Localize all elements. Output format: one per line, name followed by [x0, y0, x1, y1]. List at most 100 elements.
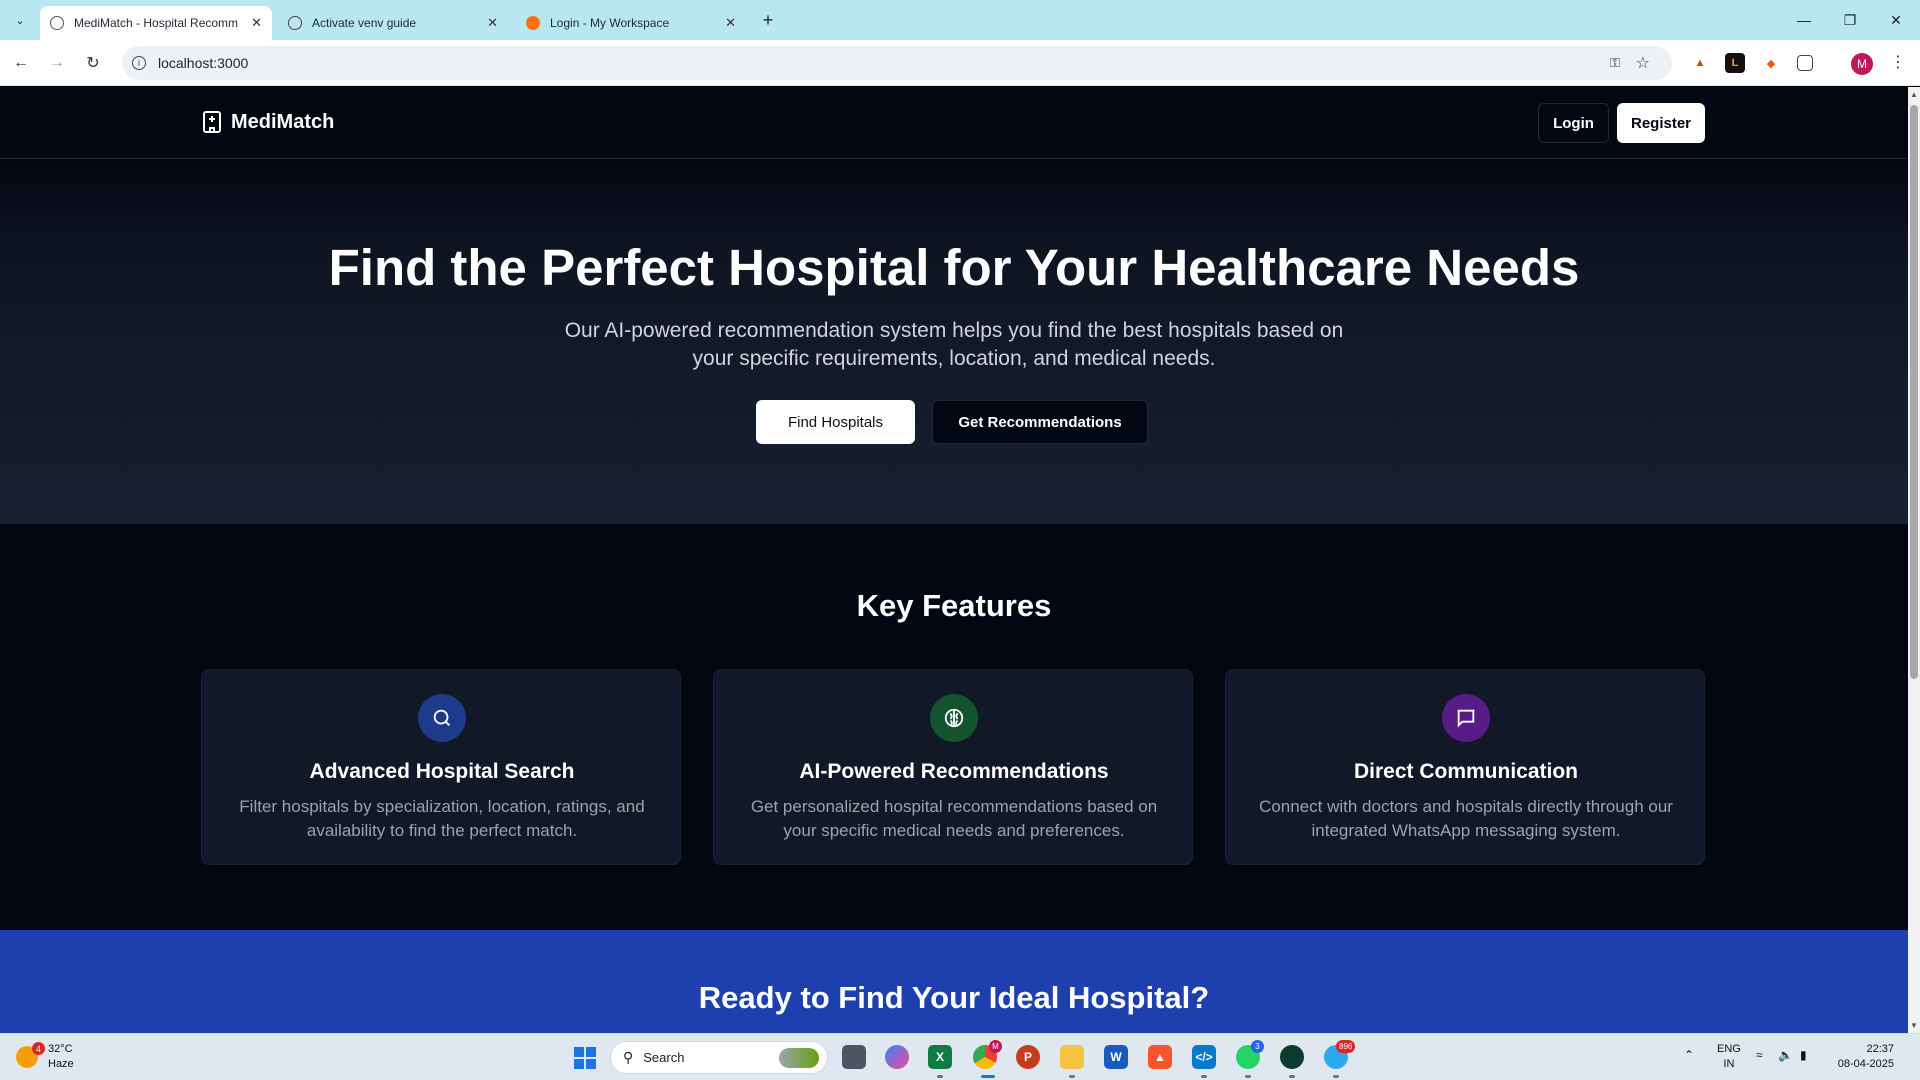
feature-text: Connect with doctors and hospitals direc…: [1259, 797, 1673, 840]
tab-medimatch[interactable]: MediMatch - Hospital Recomm ✕: [40, 6, 272, 40]
extension-icon[interactable]: L: [1725, 53, 1745, 73]
brand-name: MediMatch: [231, 110, 335, 133]
windows-start-icon[interactable]: [574, 1047, 596, 1069]
weather-desc: Haze: [48, 1058, 74, 1070]
cta-heading: Ready to Find Your Ideal Hospital?: [698, 980, 1210, 1015]
back-button[interactable]: ←: [8, 50, 34, 76]
weather-sun-icon: 4: [16, 1042, 45, 1068]
feature-title: Direct Communication: [1353, 760, 1579, 783]
weather-widget[interactable]: 4 32°C Haze: [16, 1042, 74, 1072]
running-indicator: [1069, 1075, 1075, 1078]
running-indicator: [1245, 1075, 1251, 1078]
search-icon: [418, 694, 466, 742]
excel-icon[interactable]: X: [928, 1045, 952, 1069]
powerpoint-icon[interactable]: P: [1016, 1045, 1040, 1069]
scroll-down-icon[interactable]: ▼: [1910, 1021, 1918, 1030]
extension-icon[interactable]: ▲: [1690, 53, 1710, 73]
hero-subtitle: Our AI-powered recommendation system hel…: [564, 319, 1344, 370]
show-hidden-icons-chevron-icon[interactable]: ⌃: [1684, 1048, 1694, 1062]
globe-icon: [50, 16, 64, 30]
web-page: MediMatch Login Register Find the Perfec…: [0, 87, 1908, 1033]
get-recommendations-button[interactable]: Get Recommendations: [932, 400, 1148, 444]
hero-title: Find the Perfect Hospital for Your Healt…: [328, 239, 1580, 296]
brave-icon[interactable]: ▲: [1148, 1045, 1172, 1069]
close-tab-icon[interactable]: ✕: [725, 15, 736, 31]
site-info-icon[interactable]: i: [132, 56, 146, 70]
extensions-puzzle-icon[interactable]: [1797, 55, 1813, 71]
running-indicator: [1289, 1075, 1295, 1078]
address-toolbar: ← → ↻ i localhost:3000 ⚿ ☆ ▲ L ◆ M ⋮: [0, 40, 1920, 86]
bookmark-star-icon[interactable]: ☆: [1636, 53, 1650, 73]
tab-login-workspace[interactable]: Login - My Workspace ✕: [516, 6, 746, 40]
word-icon[interactable]: W: [1104, 1045, 1128, 1069]
feature-title: AI-Powered Recommendations: [799, 760, 1109, 783]
scrollbar-thumb[interactable]: [1910, 105, 1918, 679]
volume-muted-icon[interactable]: 🔈: [1778, 1048, 1793, 1062]
address-bar[interactable]: i localhost:3000 ⚿ ☆: [122, 46, 1672, 80]
tab-search-button[interactable]: ⌄: [8, 8, 32, 32]
search-highlight-image: [779, 1048, 819, 1068]
language-indicator[interactable]: ENG IN: [1717, 1042, 1741, 1072]
taskbar-search-label: Search: [643, 1050, 685, 1065]
feature-text: Get personalized hospital recommendation…: [750, 797, 1158, 840]
profile-avatar[interactable]: M: [1851, 53, 1873, 75]
register-button[interactable]: Register: [1617, 103, 1705, 143]
file-explorer-icon[interactable]: [1060, 1045, 1084, 1069]
close-window-button[interactable]: ✕: [1880, 6, 1912, 34]
tab-title: Activate venv guide: [312, 16, 417, 30]
page-scrollbar[interactable]: ▲ ▼: [1908, 87, 1920, 1033]
wifi-icon[interactable]: ≈: [1756, 1048, 1763, 1062]
feature-card: AI-Powered Recommendations Get personali…: [713, 669, 1193, 865]
clock-date: 08-04-2025: [1837, 1058, 1894, 1070]
feature-card: Direct Communication Connect with doctor…: [1225, 669, 1705, 865]
hospital-building-icon: [203, 111, 221, 133]
scroll-up-icon[interactable]: ▲: [1910, 90, 1918, 99]
language-code: ENG: [1717, 1043, 1741, 1055]
tab-title: MediMatch - Hospital Recomm: [74, 16, 239, 30]
running-indicator: [1201, 1075, 1207, 1078]
notification-badge: 4: [32, 1042, 45, 1055]
brand-logo[interactable]: MediMatch: [201, 110, 334, 134]
brain-icon: [930, 694, 978, 742]
battery-icon[interactable]: ▮: [1800, 1048, 1807, 1062]
cta-section: Ready to Find Your Ideal Hospital?: [0, 930, 1908, 1033]
close-tab-icon[interactable]: ✕: [251, 15, 262, 31]
notification-badge: 896: [1336, 1040, 1356, 1053]
taskbar-search[interactable]: ⚲ Search: [610, 1041, 828, 1074]
notification-badge: M: [989, 1040, 1002, 1053]
minimize-button[interactable]: —: [1788, 6, 1820, 34]
feature-title: Advanced Hospital Search: [309, 760, 575, 783]
browser-tab-bar: ⌄ MediMatch - Hospital Recomm ✕ Activate…: [0, 0, 1920, 40]
system-clock[interactable]: 22:37 08-04-2025: [1832, 1042, 1894, 1072]
workspace-icon: [526, 16, 540, 30]
password-key-icon[interactable]: ⚿: [1610, 55, 1620, 71]
features-heading: Key Features: [856, 588, 1052, 623]
vscode-icon[interactable]: </>: [1192, 1045, 1216, 1069]
feature-text: Filter hospitals by specialization, loca…: [239, 797, 645, 840]
tab-activate-venv[interactable]: Activate venv guide ✕: [278, 6, 508, 40]
active-indicator: [981, 1075, 995, 1078]
metamask-icon[interactable]: ◆: [1761, 53, 1781, 73]
login-button[interactable]: Login: [1538, 103, 1609, 143]
mongodb-compass-icon[interactable]: [1280, 1045, 1304, 1069]
feature-card: Advanced Hospital Search Filter hospital…: [201, 669, 681, 865]
reload-button[interactable]: ↻: [80, 50, 106, 76]
site-header: MediMatch Login Register: [0, 87, 1908, 159]
close-tab-icon[interactable]: ✕: [487, 15, 498, 31]
weather-temp: 32°C: [48, 1043, 73, 1055]
restore-button[interactable]: ❐: [1834, 6, 1866, 34]
notification-badge: 3: [1251, 1040, 1264, 1053]
find-hospitals-button[interactable]: Find Hospitals: [756, 400, 915, 444]
task-view-icon[interactable]: [842, 1045, 866, 1069]
menu-kebab-icon[interactable]: ⋮: [1890, 52, 1906, 72]
tab-title: Login - My Workspace: [550, 16, 670, 30]
copilot-icon[interactable]: [885, 1045, 909, 1069]
windows-taskbar: 4 32°C Haze ⚲ Search X M P W ▲ </> 3 896…: [0, 1033, 1920, 1080]
new-tab-button[interactable]: +: [758, 8, 778, 32]
features-section: Key Features Advanced Hospital Search Fi…: [0, 524, 1908, 930]
forward-button[interactable]: →: [44, 50, 70, 76]
url-text: localhost:3000: [158, 55, 249, 71]
running-indicator: [937, 1075, 943, 1078]
message-icon: [1442, 694, 1490, 742]
language-region: IN: [1723, 1058, 1735, 1070]
